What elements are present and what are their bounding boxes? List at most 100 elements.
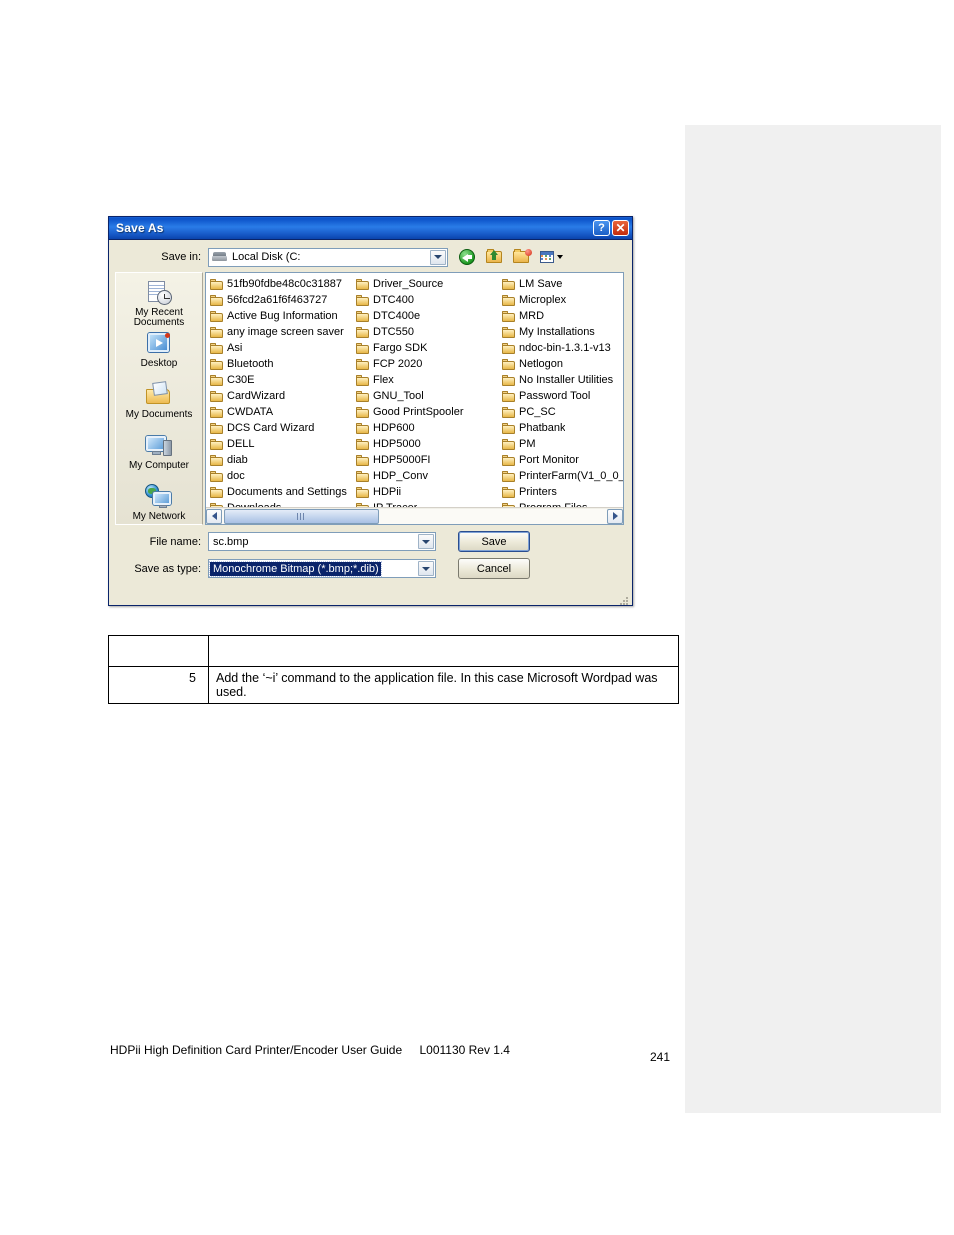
file-list-item[interactable]: any image screen saver bbox=[208, 324, 354, 340]
place-my-recent-documents[interactable]: My Recent Documents bbox=[116, 277, 202, 328]
views-icon[interactable] bbox=[539, 248, 563, 266]
save-in-label: Save in: bbox=[161, 251, 201, 263]
place-my-computer[interactable]: My Computer bbox=[116, 430, 202, 481]
file-list-item-label: Fargo SDK bbox=[373, 342, 428, 354]
file-list-item-label: Good PrintSpooler bbox=[373, 406, 464, 418]
file-list-item[interactable]: C30E bbox=[208, 372, 354, 388]
file-list-item[interactable]: HDP5000 bbox=[354, 436, 500, 452]
scrollbar-thumb[interactable] bbox=[224, 508, 379, 524]
file-list-item[interactable]: DCS Card Wizard bbox=[208, 420, 354, 436]
file-list-item-label: HDP600 bbox=[373, 422, 415, 434]
chevron-down-icon bbox=[422, 539, 430, 544]
file-list-item[interactable]: doc bbox=[208, 468, 354, 484]
file-list-item[interactable]: Active Bug Information bbox=[208, 308, 354, 324]
file-list-item[interactable]: GNU_Tool bbox=[354, 388, 500, 404]
file-list[interactable]: 51fb90fdbe48c0c31887 56fcd2a61f6f463727 Ac… bbox=[205, 272, 624, 525]
file-list-item[interactable]: Flex bbox=[354, 372, 500, 388]
file-list-item-label: DTC400e bbox=[373, 310, 421, 322]
save-as-type-dropdown-button[interactable] bbox=[418, 561, 434, 576]
new-folder-icon[interactable] bbox=[512, 248, 532, 266]
save-button[interactable]: Save bbox=[458, 531, 530, 552]
save-as-type-label: Save as type: bbox=[134, 562, 201, 575]
file-list-item-label: HDPii bbox=[373, 486, 402, 498]
folder-icon bbox=[210, 278, 224, 290]
scroll-right-button[interactable] bbox=[607, 508, 623, 524]
file-list-item[interactable]: Documents and Settings bbox=[208, 484, 354, 500]
folder-icon bbox=[356, 278, 370, 290]
file-list-horizontal-scrollbar[interactable] bbox=[206, 507, 623, 524]
scroll-left-button[interactable] bbox=[206, 508, 222, 524]
file-list-item[interactable]: MRD bbox=[500, 308, 623, 324]
save-in-dropdown-button[interactable] bbox=[430, 249, 446, 265]
file-list-item[interactable]: CWDATA bbox=[208, 404, 354, 420]
file-list-item[interactable]: Fargo SDK bbox=[354, 340, 500, 356]
file-list-item[interactable]: FCP 2020 bbox=[354, 356, 500, 372]
file-column-2: Driver_Source DTC400 DTC400e DTC550 Fargo SD… bbox=[354, 276, 500, 516]
file-list-item-label: CardWizard bbox=[227, 390, 286, 402]
file-list-item[interactable]: 51fb90fdbe48c0c31887 bbox=[208, 276, 354, 292]
file-list-item[interactable]: LM Save bbox=[500, 276, 623, 292]
file-list-item[interactable]: Netlogon bbox=[500, 356, 623, 372]
file-list-item[interactable]: PrinterFarm(V1_0_0_6) bbox=[500, 468, 623, 484]
grip-icon bbox=[297, 512, 306, 520]
folder-icon bbox=[356, 374, 370, 386]
scrollbar-track[interactable] bbox=[222, 508, 607, 524]
folder-icon bbox=[210, 454, 224, 466]
file-column-1: 51fb90fdbe48c0c31887 56fcd2a61f6f463727 Ac… bbox=[208, 276, 354, 516]
up-one-level-icon[interactable] bbox=[485, 248, 505, 266]
file-list-item[interactable]: Printers bbox=[500, 484, 623, 500]
file-list-item-label: HDP_Conv bbox=[373, 470, 429, 482]
file-list-item[interactable]: ndoc-bin-1.3.1-v13 bbox=[500, 340, 623, 356]
file-list-item[interactable]: DTC400 bbox=[354, 292, 500, 308]
file-list-item[interactable]: HDPii bbox=[354, 484, 500, 500]
place-desktop[interactable]: Desktop bbox=[116, 328, 202, 379]
file-list-item[interactable]: DTC550 bbox=[354, 324, 500, 340]
place-my-documents[interactable]: My Documents bbox=[116, 379, 202, 430]
file-name-dropdown-button[interactable] bbox=[418, 534, 434, 549]
help-button[interactable]: ? bbox=[593, 220, 610, 236]
back-icon[interactable] bbox=[458, 248, 478, 266]
browser-area: My Recent Documents Desktop My Documents… bbox=[109, 272, 632, 525]
file-list-item[interactable]: Port Monitor bbox=[500, 452, 623, 468]
folder-icon bbox=[210, 342, 224, 354]
place-label: Desktop bbox=[140, 358, 178, 369]
file-list-item[interactable]: 56fcd2a61f6f463727 bbox=[208, 292, 354, 308]
file-list-item[interactable]: PM bbox=[500, 436, 623, 452]
file-list-item[interactable]: Password Tool bbox=[500, 388, 623, 404]
file-list-item[interactable]: HDP_Conv bbox=[354, 468, 500, 484]
file-list-item-label: DTC400 bbox=[373, 294, 414, 306]
file-list-item-label: Flex bbox=[373, 374, 394, 386]
save-as-type-combobox[interactable]: Monochrome Bitmap (*.bmp;*.dib) bbox=[208, 559, 436, 578]
place-my-network[interactable]: My Network bbox=[116, 481, 202, 532]
file-list-item-label: No Installer Utilities bbox=[519, 374, 614, 386]
folder-icon bbox=[356, 486, 370, 498]
folder-icon bbox=[356, 390, 370, 402]
folder-icon bbox=[502, 310, 516, 322]
file-list-item[interactable]: DELL bbox=[208, 436, 354, 452]
file-list-item[interactable]: Asi bbox=[208, 340, 354, 356]
close-button[interactable]: ✕ bbox=[612, 220, 629, 236]
file-name-row: File name: sc.bmp Save bbox=[109, 531, 624, 552]
my-computer-icon bbox=[144, 432, 174, 460]
file-list-item[interactable]: CardWizard bbox=[208, 388, 354, 404]
page-footer: HDPii High Definition Card Printer/Encod… bbox=[110, 1043, 510, 1057]
file-list-item[interactable]: PC_SC bbox=[500, 404, 623, 420]
file-list-item[interactable]: No Installer Utilities bbox=[500, 372, 623, 388]
file-list-item[interactable]: My Installations bbox=[500, 324, 623, 340]
file-list-item[interactable]: diab bbox=[208, 452, 354, 468]
file-list-item[interactable]: Microplex bbox=[500, 292, 623, 308]
file-list-item[interactable]: Driver_Source bbox=[354, 276, 500, 292]
save-in-combobox[interactable]: Local Disk (C: bbox=[208, 247, 448, 267]
folder-icon bbox=[356, 342, 370, 354]
resize-grip[interactable] bbox=[619, 596, 629, 606]
file-list-item[interactable]: DTC400e bbox=[354, 308, 500, 324]
folder-icon bbox=[356, 470, 370, 482]
file-list-item[interactable]: Bluetooth bbox=[208, 356, 354, 372]
folder-icon bbox=[356, 310, 370, 322]
file-list-item[interactable]: Good PrintSpooler bbox=[354, 404, 500, 420]
file-list-item[interactable]: HDP5000FI bbox=[354, 452, 500, 468]
cancel-button[interactable]: Cancel bbox=[458, 558, 530, 579]
file-list-item[interactable]: HDP600 bbox=[354, 420, 500, 436]
file-list-item[interactable]: Phatbank bbox=[500, 420, 623, 436]
file-name-input[interactable]: sc.bmp bbox=[208, 532, 436, 551]
